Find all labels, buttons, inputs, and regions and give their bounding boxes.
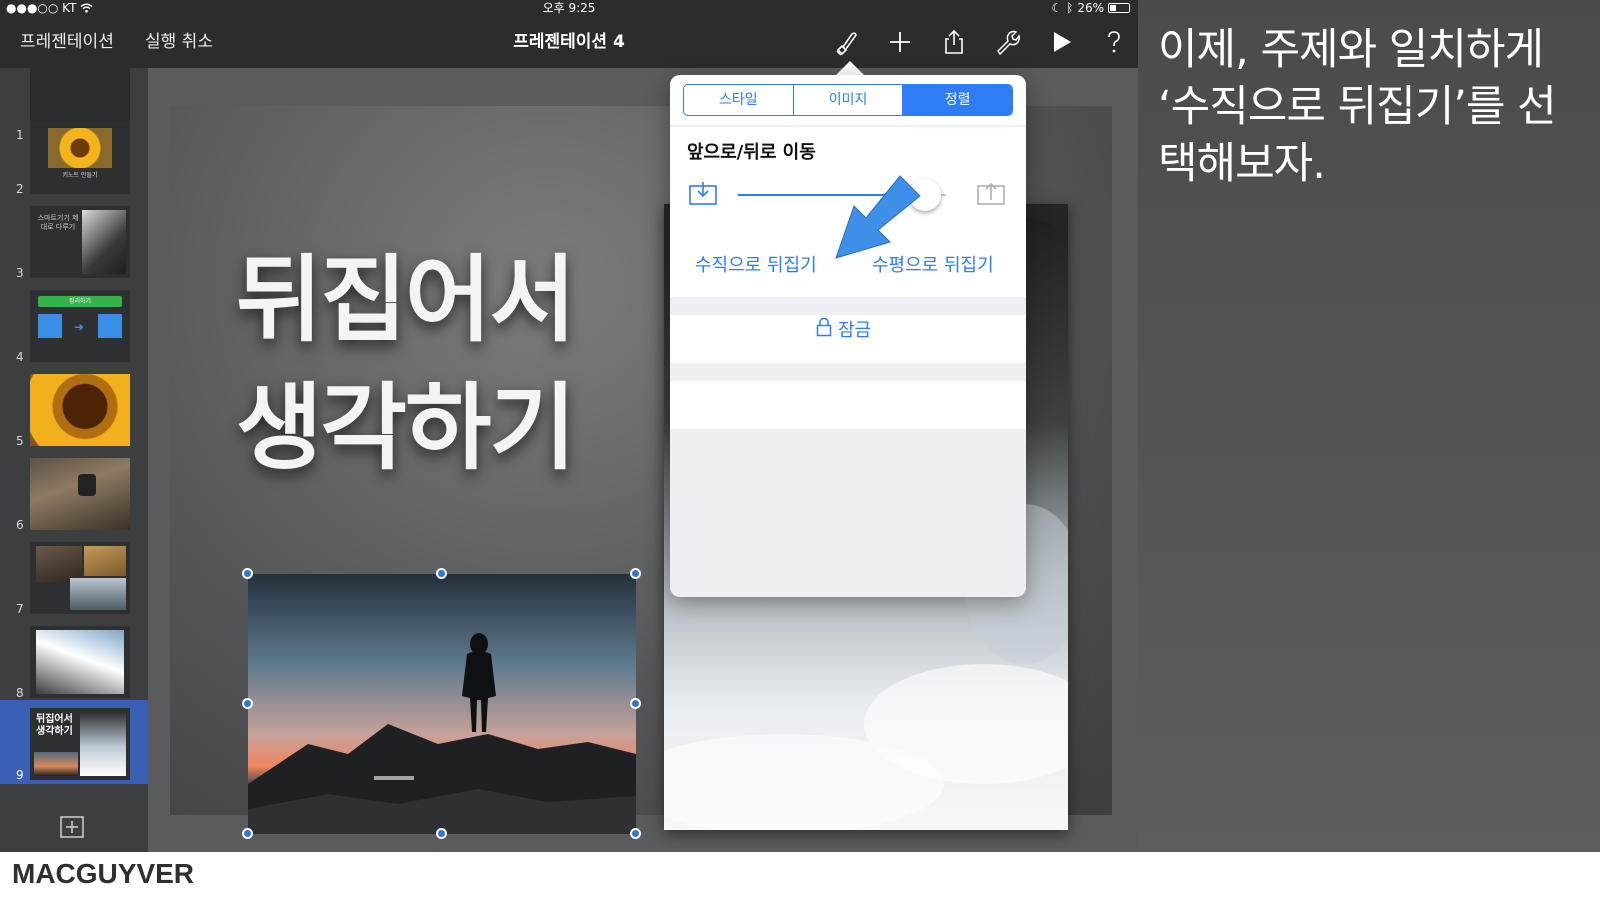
brand-logo: MACGUYVER: [12, 858, 195, 889]
slide-number: 4: [16, 350, 24, 364]
bluetooth-icon: ᛒ: [1066, 1, 1074, 15]
bring-forward-icon[interactable]: [976, 180, 1006, 206]
slide-headline-line2[interactable]: 생각하기: [236, 382, 576, 476]
question-icon[interactable]: [1100, 28, 1128, 56]
send-backward-icon[interactable]: [688, 180, 718, 206]
thumbnail-image: [30, 374, 130, 446]
slide-thumbnail[interactable]: 스마트기기 제대로 다루기 3: [0, 198, 148, 282]
paintbrush-icon[interactable]: [832, 28, 860, 56]
add-slide-icon[interactable]: [60, 816, 84, 838]
format-tabs: 스타일 이미지 정렬: [683, 84, 1013, 116]
slide-thumbnail[interactable]: 5: [0, 366, 148, 450]
lock-label: 잠금: [838, 320, 872, 341]
slide-thumbnail-active[interactable]: 뒤집어서 생각하기 9: [0, 700, 148, 784]
thumbnail-caption: 뒤집어서 생각하기: [36, 714, 73, 737]
commentary-text: 이제, 주제와 일치하게 ‘수직으로 뒤집기’를 선택해보자.: [1158, 25, 1557, 189]
selection-handle[interactable]: [242, 828, 253, 839]
slide-thumbnail[interactable]: 정리하기 ➜ 4: [0, 282, 148, 366]
status-time: 오후 9:25: [542, 1, 596, 15]
slide-thumbnail[interactable]: 키노트 만들기 2: [0, 114, 148, 198]
moon-icon: ☾: [1051, 1, 1063, 15]
slide-thumbnail[interactable]: 8: [0, 618, 148, 702]
thumbnail-image: 키노트 만들기: [30, 122, 130, 194]
slide-number: 5: [16, 434, 24, 448]
lock-section: [670, 381, 1026, 429]
slide-number: 3: [16, 266, 24, 280]
tab-arrange[interactable]: 정렬: [903, 85, 1012, 115]
battery-icon: [1108, 3, 1130, 13]
selection-handle[interactable]: [242, 568, 253, 579]
slide-number: 6: [16, 518, 24, 532]
thumbnail-image: 뒤집어서 생각하기: [30, 708, 130, 780]
share-icon[interactable]: [940, 28, 968, 56]
slide-number: 9: [16, 768, 24, 782]
thumbnail-caption: 정리하기: [38, 296, 122, 307]
slide-image-selected[interactable]: [248, 574, 636, 834]
play-icon[interactable]: [1047, 28, 1075, 56]
selection-handle[interactable]: [436, 828, 447, 839]
selection-handle[interactable]: [630, 568, 641, 579]
thumbnail-image: [30, 626, 130, 698]
commentary-panel: 이제, 주제와 일치하게 ‘수직으로 뒤집기’를 선택해보자.: [1138, 0, 1600, 852]
tab-style[interactable]: 스타일: [684, 85, 794, 115]
tab-image[interactable]: 이미지: [794, 85, 904, 115]
slide-thumbnail[interactable]: 6: [0, 450, 148, 534]
selection-handle[interactable]: [242, 698, 253, 709]
undo-button[interactable]: 실행 취소: [145, 16, 213, 68]
slide-navigator: 1 키노트 만들기 2 스마트기기 제대로 다루기 3 정리하기 ➜ 4 5 6…: [0, 68, 148, 852]
slide-thumbnail[interactable]: 7: [0, 534, 148, 618]
lock-button[interactable]: 잠금: [816, 316, 871, 342]
selection-handle[interactable]: [436, 568, 447, 579]
flip-vertical-button[interactable]: 수직으로 뒤집기: [695, 251, 817, 277]
thumbnail-image: 정리하기 ➜: [30, 290, 130, 362]
lock-icon: [816, 317, 832, 341]
slide-number: 7: [16, 602, 24, 616]
tutorial-arrow: [830, 170, 925, 265]
thumbnail-caption: 키노트 만들기: [62, 172, 98, 179]
move-section-title: 앞으로/뒤로 이동: [687, 142, 816, 163]
ipad-screen: ●●●○○ KT 오후 9:25 ☾ ᛒ 26% 프레젠테이션 실행 취소 프레…: [0, 0, 1138, 852]
slide-number: 2: [16, 182, 24, 196]
selection-handle[interactable]: [630, 828, 641, 839]
status-bar: ●●●○○ KT 오후 9:25 ☾ ᛒ 26%: [0, 0, 1138, 16]
wrench-icon[interactable]: [993, 28, 1021, 56]
slide-headline-line1[interactable]: 뒤집어서: [236, 254, 576, 348]
thumbnail-image: [30, 542, 130, 614]
status-right: ☾ ᛒ 26%: [1051, 0, 1130, 16]
thumbnail-image: [30, 458, 130, 530]
thumbnail-caption: 스마트기기 제대로 다루기: [37, 214, 79, 231]
battery-percent: 26%: [1077, 1, 1104, 15]
plus-icon[interactable]: [886, 28, 914, 56]
thumbnail-image: 스마트기기 제대로 다루기: [30, 206, 130, 278]
toolbar: 프레젠테이션 실행 취소 프레젠테이션 4: [0, 16, 1138, 68]
popover-caret: [836, 61, 864, 75]
selection-handle[interactable]: [630, 698, 641, 709]
slide-number: 8: [16, 686, 24, 700]
